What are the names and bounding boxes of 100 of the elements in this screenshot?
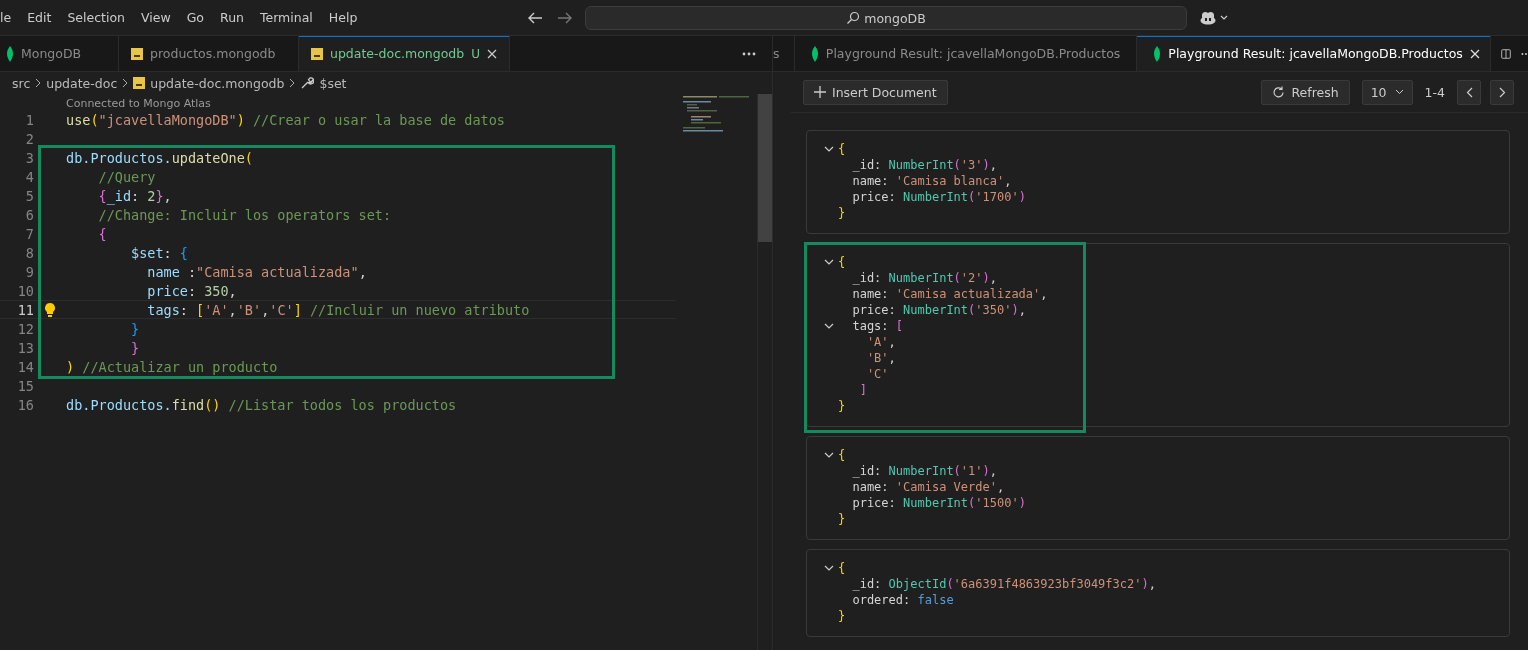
code-line: db.Productos.updateOne( (66, 149, 253, 166)
document-line: ] (858, 383, 867, 397)
code-line: use("jcavellaMongoDB") //Crear o usar la base de datos (66, 111, 505, 128)
leaf-icon (6, 45, 14, 62)
breadcrumb-item[interactable]: src (12, 75, 31, 91)
document-line: { (838, 448, 846, 462)
code-line: //Query (97, 168, 156, 185)
code-line: tags: ['A','B','C'] //Incluir un nuevo atributo (146, 301, 530, 318)
collapse-caret-icon[interactable] (824, 565, 834, 571)
refresh-icon (1272, 85, 1286, 99)
lightbulb-icon[interactable] (45, 302, 55, 317)
document-line: name: 'Camisa actualizada', (851, 287, 1048, 301)
code-line: db.Productos.find() //Listar todos los productos (66, 396, 457, 413)
more-icon[interactable] (742, 51, 756, 56)
js-file-icon (133, 77, 146, 89)
line-number: 7 (24, 225, 34, 242)
document-line: { (838, 255, 846, 269)
line-number: 1 (24, 111, 34, 128)
result-tab[interactable]: Playground Result: jcavellaMongoDB.Productos (1137, 36, 1491, 71)
line-number: 13 (16, 339, 34, 356)
menu-item[interactable]: le (0, 10, 20, 25)
document-line: _id: NumberInt('3'), (851, 158, 997, 172)
document-line: } (838, 512, 846, 526)
collapse-caret-icon[interactable] (824, 323, 834, 329)
editor-tab[interactable]: update-doc.mongodb U (299, 36, 510, 71)
page-size-dropdown[interactable]: 10 (1361, 79, 1413, 105)
collapse-caret-icon[interactable] (824, 259, 834, 265)
chevron-icon (289, 78, 296, 88)
line-number: 3 (24, 149, 34, 166)
forward-arrow-icon[interactable] (557, 11, 573, 25)
menu-item[interactable]: Run (212, 10, 252, 25)
line-number: 12 (16, 320, 34, 337)
back-arrow-icon[interactable] (527, 11, 543, 25)
insert-document-button[interactable]: Insert Document (803, 79, 948, 105)
result-tab[interactable]: s (773, 36, 795, 71)
document-line: } (838, 206, 846, 220)
search-icon (846, 11, 861, 25)
js-file-icon (131, 47, 143, 60)
code-line: //Change: Incluir los operators set: (97, 206, 392, 223)
document-line: 'B', (865, 351, 896, 365)
line-number: 2 (24, 130, 34, 147)
scrollbar-thumb[interactable] (758, 94, 772, 242)
code-line: {_id: 2}, (97, 187, 172, 204)
line-number: 4 (24, 168, 34, 185)
previous-page-button[interactable] (1457, 79, 1481, 105)
document-line: tags: [ (851, 319, 904, 333)
document-line: _id: NumberInt('1'), (851, 464, 997, 478)
document-line: _id: ObjectId('6a6391f4863923bf3049f3c2'), (851, 577, 1156, 591)
code-line: { (97, 225, 107, 242)
document-line: price: NumberInt('1500') (851, 496, 1026, 510)
wrench-icon (300, 76, 315, 90)
code-line: name :"Camisa actualizada", (146, 263, 367, 280)
line-number: 10 (16, 282, 34, 299)
collapse-caret-icon[interactable] (824, 452, 834, 458)
document-line: ordered: false (851, 593, 954, 607)
document-line: 'A', (865, 335, 896, 349)
menu-item[interactable]: Selection (59, 10, 133, 25)
close-icon[interactable] (487, 48, 497, 59)
chevron-icon (122, 78, 129, 88)
document-line: } (838, 399, 846, 413)
document-line: { (838, 561, 846, 575)
plus-icon (814, 86, 826, 98)
more-icon[interactable] (1520, 51, 1528, 56)
code-line: price: 350, (146, 282, 237, 299)
line-number: 5 (24, 187, 34, 204)
line-number: 14 (16, 358, 34, 375)
leaf-icon (1153, 45, 1162, 62)
menu-item[interactable]: Terminal (252, 10, 321, 25)
chevron-icon (35, 78, 42, 88)
line-number: 15 (16, 377, 34, 394)
document-line: name: 'Camisa Verde', (851, 480, 1005, 494)
menu-item[interactable]: Go (178, 10, 212, 25)
document-line: _id: NumberInt('2'), (851, 271, 997, 285)
chevron-left-icon (1465, 86, 1473, 98)
document-line: 'C' (865, 367, 889, 381)
chevron-right-icon (1498, 86, 1506, 98)
split-editor-icon[interactable] (1500, 46, 1511, 61)
breadcrumb-item[interactable]: update-doc.mongodb (150, 75, 285, 91)
document-line: price: NumberInt('1700') (851, 190, 1026, 204)
code-line: } (130, 339, 140, 356)
search-field[interactable]: mongoDB (585, 6, 1187, 30)
menu-item[interactable]: Help (320, 10, 366, 25)
document-line: { (838, 142, 846, 156)
codelens-text[interactable]: Connected to Mongo Atlas (66, 97, 211, 110)
refresh-button[interactable]: Refresh (1261, 79, 1350, 105)
line-number: 11 (16, 301, 34, 318)
close-icon[interactable] (1469, 48, 1480, 59)
leaf-icon (810, 45, 819, 62)
line-number: 9 (24, 263, 34, 280)
page-range: 1-4 (1424, 84, 1445, 100)
code-line: $set: { (130, 244, 188, 261)
breadcrumb-item[interactable]: $set (319, 75, 347, 91)
breadcrumb-item[interactable]: update-doc (46, 75, 118, 91)
menu-item[interactable]: Edit (19, 10, 60, 25)
status-letter: U (471, 46, 480, 61)
document-line: name: 'Camisa blanca', (851, 174, 1012, 188)
next-page-button[interactable] (1490, 79, 1514, 105)
code-line: ) //Actualizar un producto (66, 358, 278, 375)
menu-item[interactable]: View (133, 10, 179, 25)
collapse-caret-icon[interactable] (824, 146, 834, 152)
